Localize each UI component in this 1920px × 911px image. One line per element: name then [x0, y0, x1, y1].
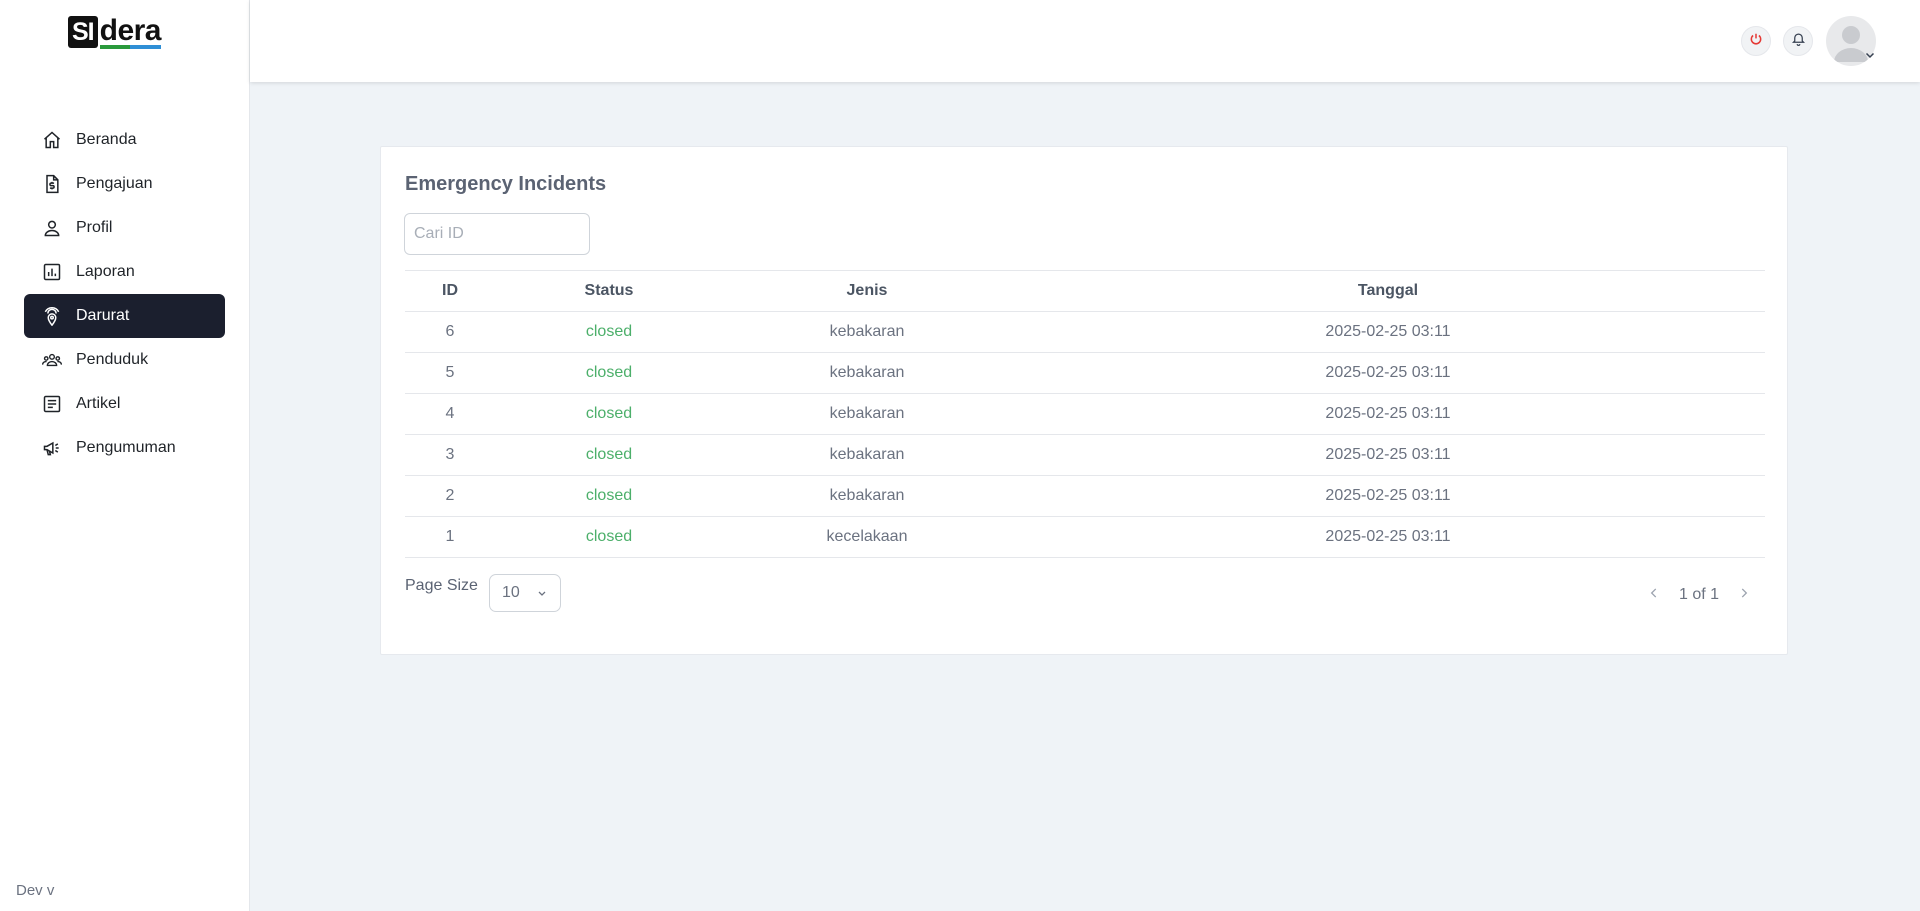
power-icon: [1749, 32, 1763, 51]
article-icon: [42, 394, 62, 414]
sidebar-item-label: Pengajuan: [76, 175, 153, 192]
page-title: Emergency Incidents: [405, 173, 607, 195]
cell-status: closed: [495, 352, 723, 394]
cell-status: closed: [495, 393, 723, 435]
search-input[interactable]: [404, 213, 590, 255]
next-page-button[interactable]: [1733, 584, 1755, 606]
sidebar-item-beranda[interactable]: Beranda: [24, 118, 225, 162]
app-logo[interactable]: SI dera: [68, 14, 162, 52]
cell-id: 5: [405, 352, 495, 394]
table-row[interactable]: 6 closed kebakaran 2025-02-25 03:11: [405, 311, 1765, 353]
version-label[interactable]: Dev v: [16, 882, 54, 899]
cell-jenis: kebakaran: [723, 311, 1011, 353]
sidebar-item-profil[interactable]: Profil: [24, 206, 225, 250]
column-header-id[interactable]: ID: [405, 270, 495, 312]
cell-tanggal: 2025-02-25 03:11: [1011, 434, 1765, 476]
cell-jenis: kebakaran: [723, 393, 1011, 435]
home-icon: [42, 130, 62, 150]
column-header-tanggal[interactable]: Tanggal: [1011, 270, 1765, 312]
logo-text-label: dera: [99, 14, 162, 47]
sidebar-item-label: Beranda: [76, 131, 137, 148]
sidebar-item-darurat[interactable]: Darurat: [24, 294, 225, 338]
cell-tanggal: 2025-02-25 03:11: [1011, 311, 1765, 353]
cell-id: 4: [405, 393, 495, 435]
pagination: 1 of 1: [1643, 584, 1755, 606]
column-header-status[interactable]: Status: [495, 270, 723, 312]
sidebar-item-label: Darurat: [76, 307, 130, 324]
chevron-down-icon: [536, 586, 548, 604]
people-icon: [42, 350, 62, 370]
sidebar-item-label: Artikel: [76, 395, 121, 412]
bell-icon: [1791, 31, 1806, 51]
sidebar-item-label: Profil: [76, 219, 113, 236]
notifications-button[interactable]: [1783, 26, 1813, 56]
sidebar-item-label: Penduduk: [76, 351, 149, 368]
cell-status: closed: [495, 475, 723, 517]
power-button[interactable]: [1741, 26, 1771, 56]
prev-page-button[interactable]: [1643, 584, 1665, 606]
table-row[interactable]: 4 closed kebakaran 2025-02-25 03:11: [405, 393, 1765, 435]
logo-text: dera: [99, 14, 162, 49]
cell-jenis: kebakaran: [723, 475, 1011, 517]
sidebar-item-penduduk[interactable]: Penduduk: [24, 338, 225, 382]
table-row[interactable]: 1 closed kecelakaan 2025-02-25 03:11: [405, 516, 1765, 558]
page-size-select[interactable]: 10: [489, 574, 561, 612]
top-header: [250, 0, 1920, 82]
cell-status: closed: [495, 516, 723, 558]
cell-id: 3: [405, 434, 495, 476]
page-size-value: 10: [502, 584, 520, 601]
cell-status: closed: [495, 434, 723, 476]
user-icon: [42, 218, 62, 238]
megaphone-icon: [42, 438, 62, 458]
cell-id: 1: [405, 516, 495, 558]
page-indicator: 1 of 1: [1679, 586, 1720, 603]
sidebar-item-label: Pengumuman: [76, 439, 176, 456]
cell-jenis: kebakaran: [723, 352, 1011, 394]
chart-icon: [42, 262, 62, 282]
sidebar: SI dera Beranda Pengajuan Profil Laporan…: [0, 0, 250, 911]
logo-mark: SI: [68, 16, 98, 48]
sidebar-item-label: Laporan: [76, 263, 135, 280]
cell-id: 2: [405, 475, 495, 517]
chevron-down-icon[interactable]: [1864, 48, 1876, 66]
incidents-card: Emergency Incidents ID Status Jenis Tang…: [380, 146, 1788, 655]
table-row[interactable]: 5 closed kebakaran 2025-02-25 03:11: [405, 352, 1765, 394]
cell-jenis: kebakaran: [723, 434, 1011, 476]
cell-id: 6: [405, 311, 495, 353]
incidents-table: ID Status Jenis Tanggal 6 closed kebakar…: [405, 270, 1765, 558]
sidebar-item-pengumuman[interactable]: Pengumuman: [24, 426, 225, 470]
cell-tanggal: 2025-02-25 03:11: [1011, 516, 1765, 558]
table-row[interactable]: 3 closed kebakaran 2025-02-25 03:11: [405, 434, 1765, 476]
sidebar-item-artikel[interactable]: Artikel: [24, 382, 225, 426]
sidebar-item-pengajuan[interactable]: Pengajuan: [24, 162, 225, 206]
chevron-left-icon: [1647, 586, 1661, 605]
cell-tanggal: 2025-02-25 03:11: [1011, 475, 1765, 517]
document-dollar-icon: [42, 174, 62, 194]
sidebar-nav: Beranda Pengajuan Profil Laporan Darurat: [24, 118, 225, 470]
table-header-row: ID Status Jenis Tanggal: [405, 270, 1765, 312]
cell-tanggal: 2025-02-25 03:11: [1011, 352, 1765, 394]
chevron-right-icon: [1737, 586, 1751, 605]
cell-status: closed: [495, 311, 723, 353]
table-row[interactable]: 2 closed kebakaran 2025-02-25 03:11: [405, 475, 1765, 517]
emergency-beacon-icon: [42, 306, 62, 326]
cell-jenis: kecelakaan: [723, 516, 1011, 558]
page-size-label: Page Size: [405, 577, 478, 594]
cell-tanggal: 2025-02-25 03:11: [1011, 393, 1765, 435]
column-header-jenis[interactable]: Jenis: [723, 270, 1011, 312]
sidebar-item-laporan[interactable]: Laporan: [24, 250, 225, 294]
